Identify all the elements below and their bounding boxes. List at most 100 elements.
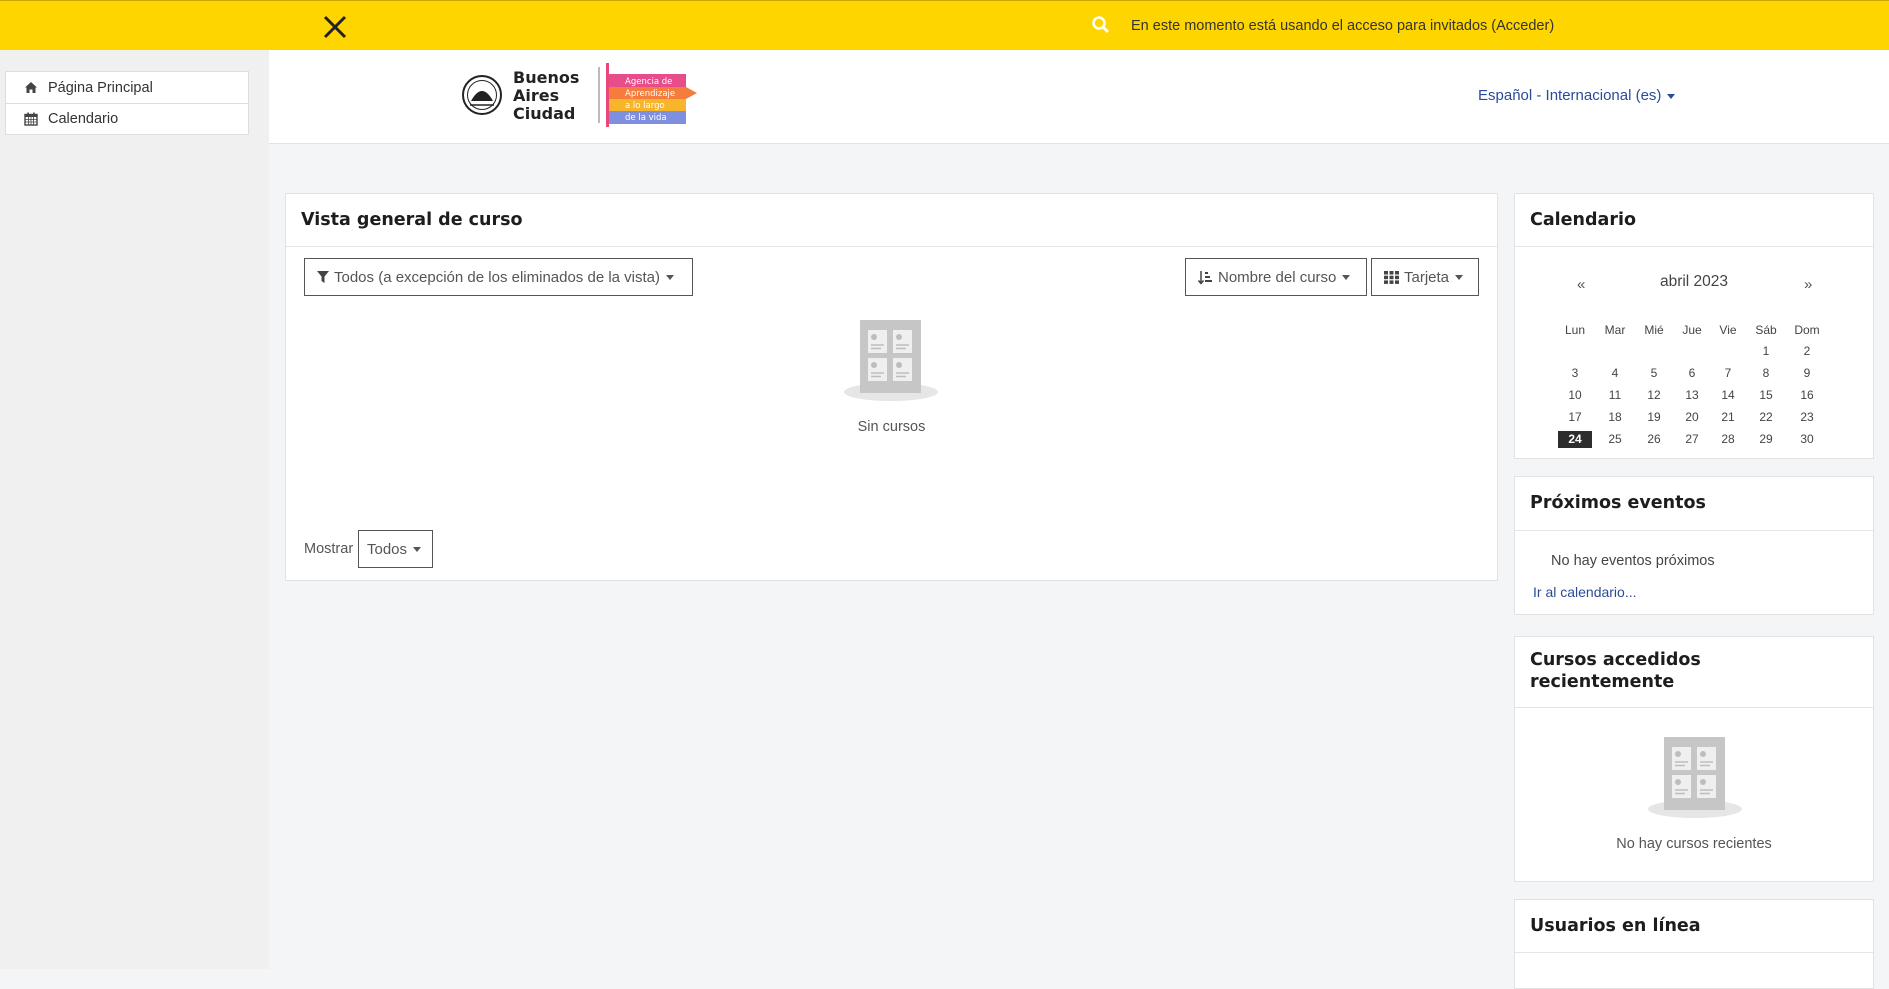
calendar-day[interactable]: 7 (1711, 365, 1745, 382)
calendar-day[interactable]: 22 (1749, 409, 1783, 426)
calendar-day[interactable]: 1 (1749, 343, 1783, 360)
guest-top-bar: En este momento está usando el acceso pa… (0, 0, 1889, 50)
svg-text:Agencia de: Agencia de (625, 77, 672, 87)
show-count-value: Todos (367, 540, 408, 558)
calendar-day[interactable]: 28 (1711, 431, 1745, 448)
divider (1515, 707, 1873, 708)
calendar-weekday: Lun (1564, 323, 1586, 337)
calendar-day[interactable]: 29 (1749, 431, 1783, 448)
calendar-day[interactable]: 20 (1675, 409, 1709, 426)
online-users-title: Usuarios en línea (1530, 916, 1701, 936)
sidebar: Página Principal Calendario (0, 50, 269, 969)
upcoming-events-title: Próximos eventos (1530, 493, 1706, 513)
online-users-block: Usuarios en línea (1514, 899, 1874, 989)
sidebar-item-calendar[interactable]: Calendario (6, 103, 248, 134)
no-courses-text: Sin cursos (857, 419, 926, 435)
sort-icon (1198, 270, 1212, 285)
search-button[interactable] (1090, 14, 1112, 36)
calendar-day[interactable]: 14 (1711, 387, 1745, 404)
calendar-weekday: Dom (1794, 323, 1820, 337)
svg-text:Ciudad: Ciudad (513, 104, 575, 123)
calendar-day-today[interactable]: 24 (1558, 431, 1592, 448)
course-overview-title: Vista general de curso (301, 210, 523, 230)
city-seal-icon (462, 75, 502, 115)
calendar-weekday: Vie (1719, 323, 1737, 337)
calendar-day[interactable]: 23 (1790, 409, 1824, 426)
calendar-day[interactable]: 10 (1558, 387, 1592, 404)
calendar-day[interactable]: 11 (1598, 387, 1632, 404)
calendar-day[interactable]: 15 (1749, 387, 1783, 404)
svg-text:Aires: Aires (513, 86, 559, 105)
calendar-day[interactable]: 21 (1711, 409, 1745, 426)
sidebar-item-label: Calendario (48, 111, 119, 127)
chevron-down-icon (1455, 274, 1464, 280)
home-icon (25, 82, 37, 93)
course-filter-label: Todos (a excepción de los eliminados de … (334, 268, 661, 286)
calendar-block: Calendario « abril 2023 » Lun Mar Mié Jue Vi… (1514, 193, 1874, 459)
course-view-dropdown[interactable]: Tarjeta (1371, 258, 1479, 296)
calendar-day[interactable]: 26 (1637, 431, 1671, 448)
close-drawer-button[interactable] (322, 14, 348, 40)
svg-text:a lo largo: a lo largo (625, 101, 665, 111)
no-events-text: No hay eventos próximos (1551, 553, 1715, 569)
chevron-down-icon (1342, 274, 1351, 280)
upcoming-events-block: Próximos eventos No hay eventos próximos… (1514, 476, 1874, 615)
calendar-day[interactable]: 6 (1675, 365, 1709, 382)
calendar-weekday: Mié (1644, 323, 1664, 337)
svg-text:Buenos: Buenos (513, 68, 579, 87)
calendar-day[interactable]: 13 (1675, 387, 1709, 404)
course-overview-card: Vista general de curso Todos (a excepció… (285, 193, 1498, 581)
divider (1515, 952, 1873, 953)
recent-courses-block: Cursos accedidos recientemente No hay cu… (1514, 636, 1874, 882)
calendar-day[interactable]: 17 (1558, 409, 1592, 426)
calendar-weekday: Jue (1682, 323, 1702, 337)
calendar-icon (24, 112, 38, 126)
no-recent-courses-text: No hay cursos recientes (1616, 836, 1772, 852)
sidebar-item-home[interactable]: Página Principal (6, 72, 248, 103)
svg-text:Aprendizaje: Aprendizaje (625, 89, 675, 99)
course-sort-dropdown[interactable]: Nombre del curso (1185, 258, 1367, 296)
course-filter-dropdown[interactable]: Todos (a excepción de los eliminados de … (304, 258, 693, 296)
calendar-day[interactable]: 25 (1598, 431, 1632, 448)
calendar-day[interactable]: 30 (1790, 431, 1824, 448)
calendar-day[interactable]: 4 (1598, 365, 1632, 382)
no-courses-illustration (844, 320, 938, 401)
calendar-month: abril 2023 (1659, 273, 1729, 290)
show-label: Mostrar (304, 541, 354, 557)
divider (1515, 530, 1873, 531)
recent-courses-title: Cursos accedidos recientemente (1530, 650, 1701, 692)
svg-text:de la vida: de la vida (625, 113, 667, 123)
calendar-day[interactable]: 5 (1637, 365, 1671, 382)
calendar-day[interactable]: 27 (1675, 431, 1709, 448)
go-to-calendar-link[interactable]: Ir al calendario... (1533, 584, 1637, 600)
divider (1515, 246, 1873, 247)
calendar-day[interactable]: 12 (1637, 387, 1671, 404)
calendar-day[interactable]: 16 (1790, 387, 1824, 404)
calendar-title: Calendario (1530, 210, 1636, 230)
chevron-down-icon (666, 274, 675, 280)
language-label: Español - Internacional (es) (1478, 87, 1662, 104)
guest-access-notice[interactable]: En este momento está usando el acceso pa… (1131, 18, 1554, 34)
chevron-down-icon (413, 546, 422, 552)
course-view-label: Tarjeta (1404, 268, 1450, 286)
sidebar-item-label: Página Principal (48, 79, 153, 96)
calendar-day[interactable]: 8 (1749, 365, 1783, 382)
chevron-down-icon (1667, 93, 1676, 99)
next-month-link[interactable]: » (1804, 276, 1812, 293)
calendar-weekday: Sáb (1755, 323, 1777, 337)
filter-icon (317, 270, 329, 283)
calendar-day[interactable]: 2 (1790, 343, 1824, 360)
language-menu[interactable]: Español - Internacional (es) (1478, 87, 1676, 104)
site-logo[interactable]: Buenos Aires Ciudad Agencia de Aprendiza… (462, 61, 702, 129)
calendar-day[interactable]: 18 (1598, 409, 1632, 426)
sidebar-nav: Página Principal Calendario (5, 71, 249, 135)
calendar-day[interactable]: 9 (1790, 365, 1824, 382)
course-sort-label: Nombre del curso (1218, 268, 1337, 286)
calendar-weekday: Mar (1604, 323, 1626, 337)
calendar-day[interactable]: 19 (1637, 409, 1671, 426)
grid-icon (1384, 270, 1399, 284)
page-header: Buenos Aires Ciudad Agencia de Aprendiza… (269, 50, 1889, 144)
show-count-dropdown[interactable]: Todos (358, 530, 433, 568)
calendar-day[interactable]: 3 (1558, 365, 1592, 382)
close-icon (323, 15, 347, 39)
